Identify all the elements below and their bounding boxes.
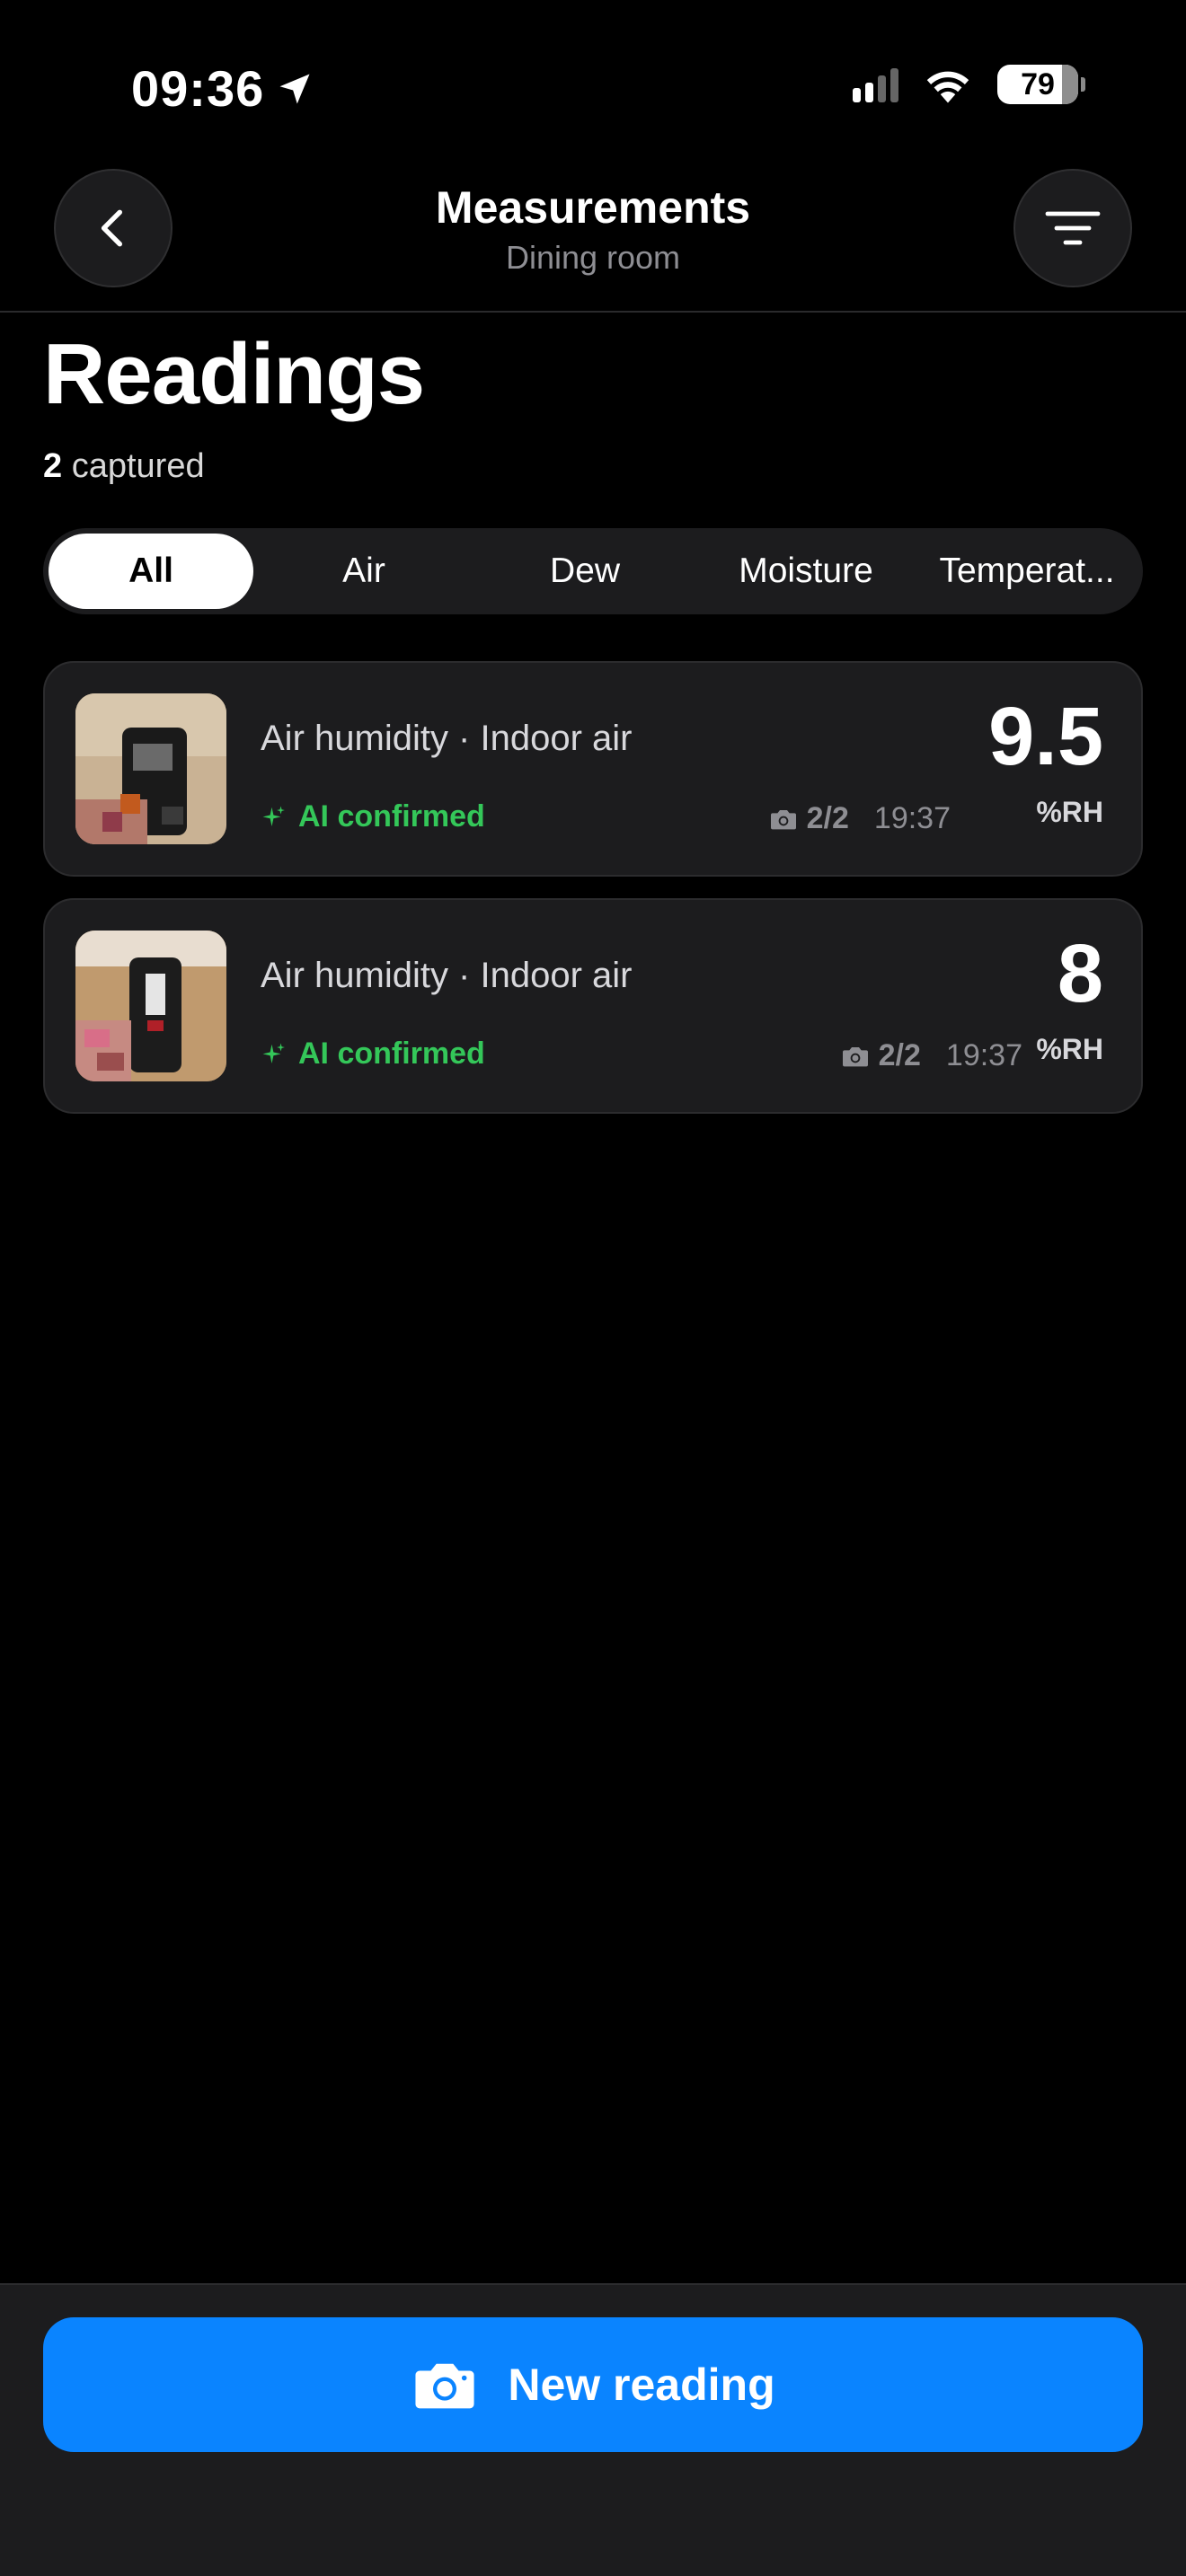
battery-level: 79 — [1021, 66, 1055, 101]
reading-time: 19:37 — [945, 1038, 1022, 1072]
ai-status: AI confirmed — [261, 1037, 485, 1072]
sort-filter-button[interactable] — [1013, 169, 1132, 287]
status-indicators: 79 — [853, 65, 1085, 104]
camera-icon — [842, 1046, 868, 1066]
reading-unit: %RH — [1036, 796, 1103, 828]
reading-card[interactable]: Air humidity · Indoor air AI confirmed 2… — [43, 661, 1143, 877]
cellular-signal-icon — [853, 66, 898, 102]
camera-icon — [415, 2363, 474, 2409]
location-arrow-icon — [279, 74, 310, 103]
status-bar: 09:36 79 — [0, 0, 1186, 144]
clock: 09:36 — [131, 60, 265, 117]
reading-card[interactable]: Air humidity · Indoor air AI confirmed 2… — [43, 898, 1143, 1114]
count-label: captured — [71, 447, 205, 485]
filter-air[interactable]: Air — [253, 534, 474, 609]
photo-count: 2/2 — [841, 1038, 921, 1073]
photo-count-value: 2/2 — [806, 801, 849, 835]
bottom-action-bar: New reading — [0, 2283, 1186, 2576]
readings-count: 2 captured — [43, 447, 205, 486]
sparkle-icon — [262, 806, 285, 826]
reading-photo-thumbnail — [75, 693, 226, 844]
filter-moisture[interactable]: Moisture — [695, 534, 916, 609]
reading-title: Air humidity · Indoor air — [261, 956, 633, 995]
filter-dew[interactable]: Dew — [474, 534, 695, 609]
page-title: Readings — [43, 326, 425, 422]
ai-status-label: AI confirmed — [298, 799, 485, 834]
reading-meta: 2/2 19:37 — [769, 801, 951, 836]
camera-icon — [770, 809, 796, 829]
filter-temperature[interactable]: Temperat... — [916, 534, 1137, 609]
new-reading-button[interactable]: New reading — [43, 2317, 1143, 2452]
new-reading-label: New reading — [508, 2360, 775, 2410]
reading-unit: %RH — [1036, 1033, 1103, 1065]
filter-lines-icon — [1045, 211, 1101, 245]
reading-time: 19:37 — [873, 801, 951, 835]
reading-value: 9.5 — [988, 691, 1103, 782]
reading-value: 8 — [1057, 928, 1103, 1019]
filter-all[interactable]: All — [49, 534, 253, 609]
reading-title: Air humidity · Indoor air — [261, 719, 633, 758]
photo-count: 2/2 — [769, 801, 849, 836]
nav-subtitle: Dining room — [505, 239, 681, 276]
status-time: 09:36 — [131, 59, 314, 118]
photo-count-value: 2/2 — [878, 1038, 921, 1072]
wifi-icon — [926, 71, 969, 103]
reading-photo-thumbnail — [75, 931, 226, 1081]
count-number: 2 — [43, 447, 63, 485]
nav-title: Measurements — [435, 182, 751, 233]
ai-status: AI confirmed — [261, 799, 485, 834]
screen: 09:36 79 Measurements Dining room Readin… — [0, 0, 1186, 2576]
ai-status-label: AI confirmed — [298, 1037, 485, 1071]
battery-indicator: 79 — [997, 65, 1085, 104]
category-filter: All Air Dew Moisture Temperat... — [43, 528, 1143, 614]
sparkle-icon — [262, 1043, 285, 1063]
navigation-header: Measurements Dining room — [0, 162, 1186, 313]
reading-meta: 2/2 19:37 — [841, 1038, 1022, 1073]
